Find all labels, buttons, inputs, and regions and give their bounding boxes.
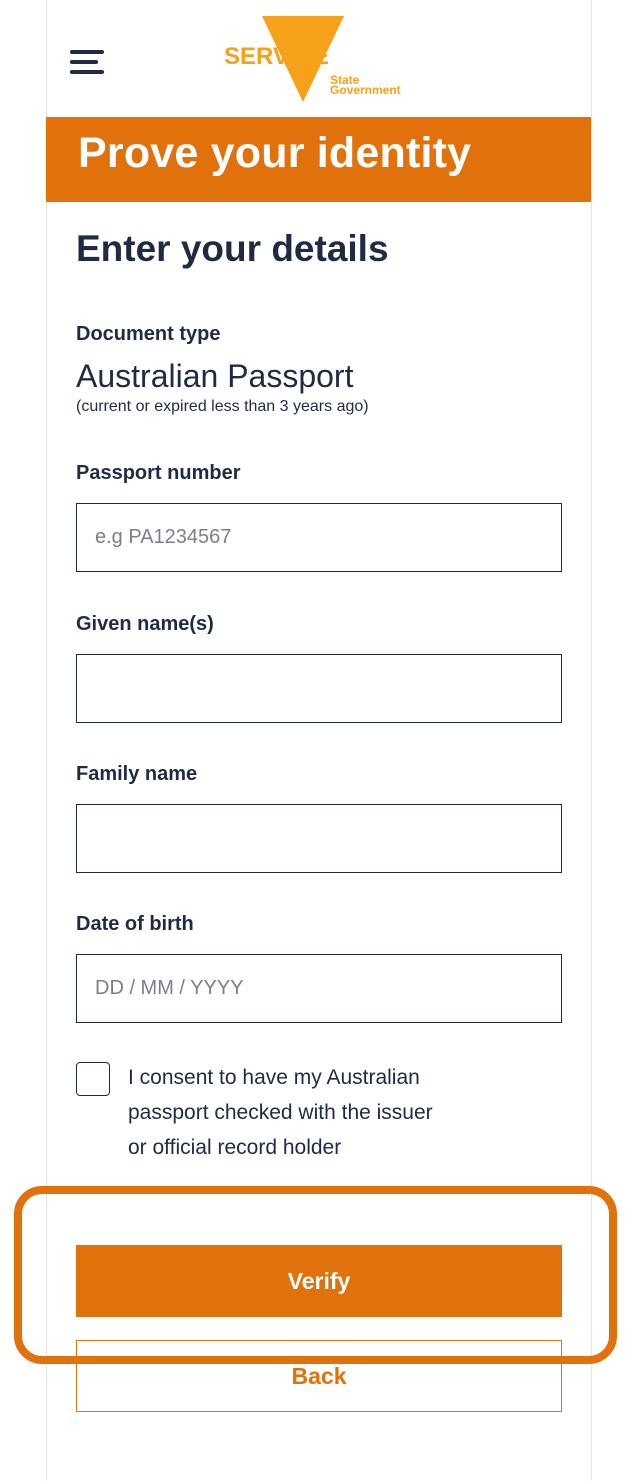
hamburger-menu-icon[interactable] — [70, 50, 104, 74]
date-of-birth-field[interactable] — [76, 954, 562, 1023]
consent-checkbox[interactable] — [76, 1062, 110, 1096]
passport-number-label: Passport number — [76, 462, 241, 484]
document-type-value: Australian Passport — [76, 358, 354, 394]
page-title: Prove your identity — [78, 129, 472, 177]
consent-line: passport checked with the issuer — [128, 1101, 433, 1124]
family-name-label: Family name — [76, 763, 198, 785]
logo-sub-text-2: Government — [330, 83, 401, 97]
passport-number-field[interactable] — [76, 503, 562, 572]
logo-brand-text: SERVICE — [224, 43, 329, 70]
family-name-field[interactable] — [76, 804, 562, 873]
date-of-birth-input[interactable] — [77, 955, 561, 1022]
verify-button[interactable]: Verify — [76, 1245, 562, 1317]
date-of-birth-label: Date of birth — [76, 913, 194, 935]
family-name-input[interactable] — [77, 805, 561, 872]
consent-text[interactable]: I consent to have my Australian passport… — [128, 1060, 538, 1165]
given-names-field[interactable] — [76, 654, 562, 723]
document-type-note: (current or expired less than 3 years ag… — [76, 398, 369, 415]
passport-number-input[interactable] — [77, 504, 561, 571]
consent-line: I consent to have my Australian — [128, 1066, 420, 1089]
back-button[interactable]: Back — [76, 1340, 562, 1412]
service-logo[interactable]: SERVICE State Government — [222, 14, 422, 110]
document-type-label: Document type — [76, 323, 221, 345]
page-banner: Prove your identity — [46, 117, 591, 202]
given-names-label: Given name(s) — [76, 613, 214, 635]
consent-line: or official record holder — [128, 1136, 342, 1159]
form-heading: Enter your details — [76, 228, 389, 269]
given-names-input[interactable] — [77, 655, 561, 722]
